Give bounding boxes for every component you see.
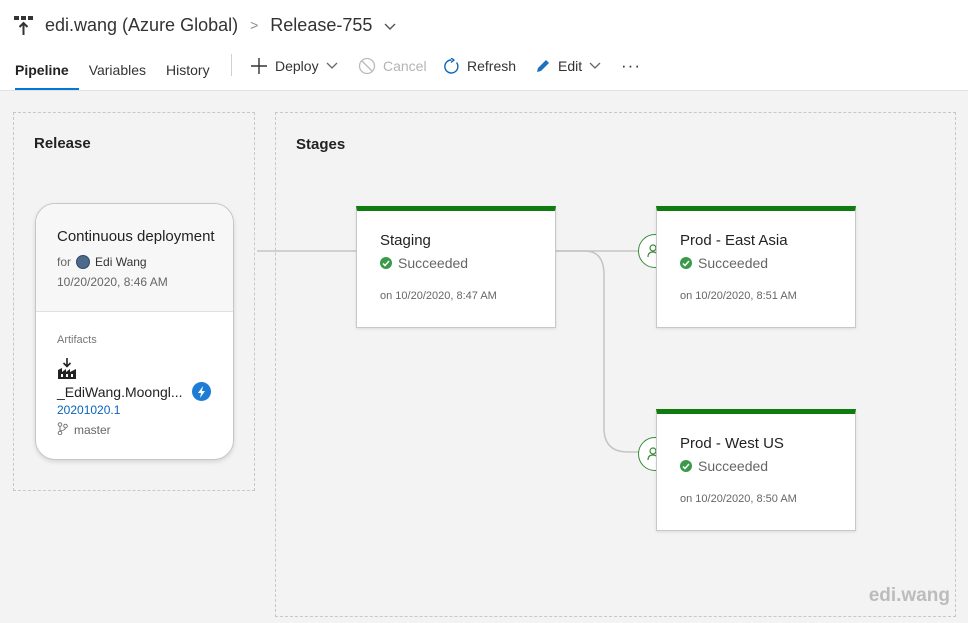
cancel-label: Cancel <box>383 58 427 74</box>
deploy-button[interactable]: Deploy <box>250 54 338 78</box>
tab-variables[interactable]: Variables <box>79 50 156 90</box>
artifact-branch: master <box>74 423 111 437</box>
branch-icon <box>57 422 68 438</box>
cancel-icon <box>358 57 376 75</box>
refresh-button[interactable]: Refresh <box>443 54 516 78</box>
trigger-user: Edi Wang <box>95 255 147 269</box>
stage-card-prod-east-asia[interactable]: Prod - East Asia Succeeded on 10/20/2020… <box>656 206 856 328</box>
stage-name: Prod - West US <box>680 435 784 452</box>
tab-pipeline[interactable]: Pipeline <box>0 50 79 90</box>
artifact-name[interactable]: _EdiWang.Moongl... <box>57 384 190 400</box>
stage-time: on 10/20/2020, 8:51 AM <box>680 290 797 302</box>
stage-card-prod-west-us[interactable]: Prod - West US Succeeded on 10/20/2020, … <box>656 409 856 531</box>
success-check-icon <box>380 257 392 269</box>
stages-panel-title: Stages <box>296 136 346 153</box>
stage-name: Prod - East Asia <box>680 232 788 249</box>
toolbar-divider <box>231 54 232 76</box>
stage-time: on 10/20/2020, 8:50 AM <box>680 493 797 505</box>
build-artifact-icon <box>57 358 77 380</box>
chevron-down-icon[interactable] <box>384 15 396 36</box>
tab-history[interactable]: History <box>156 50 220 90</box>
pencil-icon <box>537 60 549 72</box>
release-name[interactable]: Release-755 <box>270 15 372 36</box>
stage-time: on 10/20/2020, 8:47 AM <box>380 290 497 302</box>
refresh-icon <box>444 57 459 74</box>
stage-name: Staging <box>380 232 431 249</box>
watermark: edi.wang <box>868 585 950 606</box>
success-check-icon <box>680 257 692 269</box>
stages-panel <box>275 112 956 617</box>
refresh-label: Refresh <box>467 58 517 74</box>
artifact-version-link[interactable]: 20201020.1 <box>57 403 233 417</box>
project-name[interactable]: edi.wang (Azure Global) <box>45 15 238 36</box>
chevron-down-icon <box>326 62 338 69</box>
edit-label: Edit <box>558 58 583 74</box>
top-bar: edi.wang (Azure Global) > Release-755 Pi… <box>0 0 968 91</box>
breadcrumb-separator-icon: > <box>250 17 259 33</box>
plus-icon <box>251 58 267 74</box>
edit-button[interactable]: Edit <box>535 54 601 78</box>
stage-status: Succeeded <box>698 255 769 271</box>
deploy-label: Deploy <box>275 58 319 74</box>
breadcrumb: edi.wang (Azure Global) > Release-755 <box>13 12 396 38</box>
trigger-title: Continuous deployment <box>57 228 215 245</box>
chevron-down-icon <box>589 62 601 69</box>
cancel-button[interactable]: Cancel <box>358 54 427 78</box>
avatar <box>76 255 91 269</box>
stage-status: Succeeded <box>398 255 469 271</box>
release-trigger-card[interactable]: Continuous deployment for Edi Wang 10/20… <box>35 203 234 460</box>
success-check-icon <box>680 460 692 472</box>
tab-bar: Pipeline Variables History <box>0 50 220 90</box>
release-pipeline-icon <box>13 14 35 36</box>
release-panel-title: Release <box>34 135 91 152</box>
stage-status: Succeeded <box>698 458 769 474</box>
stage-card-staging[interactable]: Staging Succeeded on 10/20/2020, 8:47 AM <box>356 206 556 328</box>
trigger-for-label: for <box>57 255 72 269</box>
lightning-icon <box>192 382 211 401</box>
more-options-button[interactable]: ··· <box>621 54 641 78</box>
trigger-time: 10/20/2020, 8:46 AM <box>57 275 168 289</box>
artifacts-label: Artifacts <box>57 334 97 346</box>
